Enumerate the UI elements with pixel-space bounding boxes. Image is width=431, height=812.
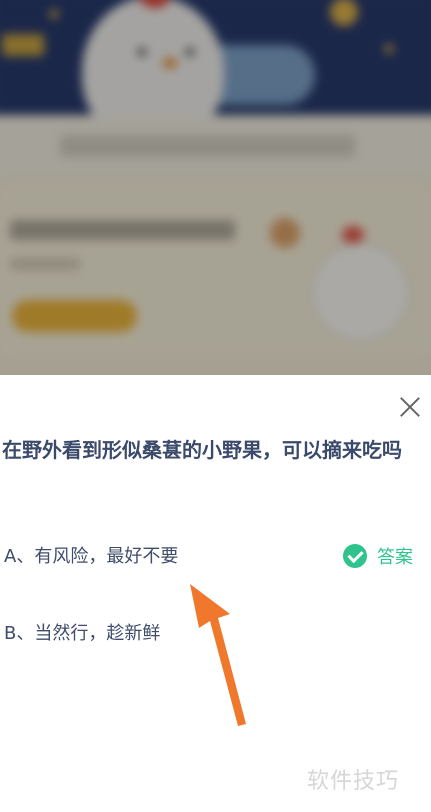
watermark: 软件技巧 — [307, 769, 400, 794]
arrow-up-icon — [190, 584, 246, 726]
quiz-question: 在野外看到形似桑葚的小野果，可以摘来吃吗 — [2, 438, 402, 462]
answer-label: 答案 — [377, 547, 413, 568]
close-icon[interactable] — [396, 392, 426, 422]
check-circle-icon — [343, 544, 367, 568]
option-a[interactable]: A、有风险，最好不要 — [4, 542, 178, 568]
modal-overlay[interactable] — [0, 0, 431, 375]
blurred-background-app — [0, 0, 431, 375]
option-b[interactable]: B、当然行，趁新鲜 — [4, 619, 160, 645]
answer-badge: 答案 — [343, 543, 413, 569]
